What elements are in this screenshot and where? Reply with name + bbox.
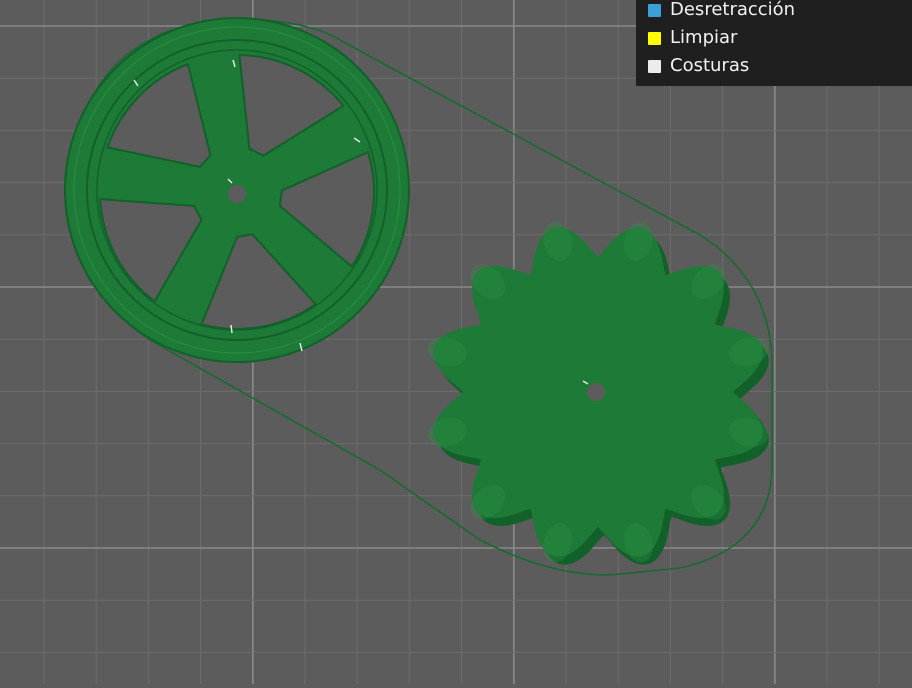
- legend-item-desretraccion: Desretracción: [648, 0, 912, 24]
- build-plate[interactable]: [0, 0, 912, 684]
- legend-label: Limpiar: [670, 27, 738, 48]
- legend-item-limpiar: Limpiar: [648, 24, 912, 52]
- legend-label: Desretracción: [670, 0, 796, 20]
- legend-item-costuras: Costuras: [648, 52, 912, 80]
- color-swatch-icon: [648, 3, 661, 17]
- gear-model[interactable]: [424, 218, 771, 565]
- gear-bore-hole: [587, 383, 605, 401]
- color-swatch-icon: [648, 59, 661, 73]
- spoked-wheel-model[interactable]: [64, 17, 410, 363]
- line-type-legend: Desretracción Limpiar Costuras: [636, 0, 912, 86]
- legend-label: Costuras: [670, 55, 750, 76]
- color-swatch-icon: [648, 31, 661, 45]
- hub-hole: [228, 185, 246, 203]
- 3d-preview-viewport[interactable]: Desretracción Limpiar Costuras: [0, 0, 912, 684]
